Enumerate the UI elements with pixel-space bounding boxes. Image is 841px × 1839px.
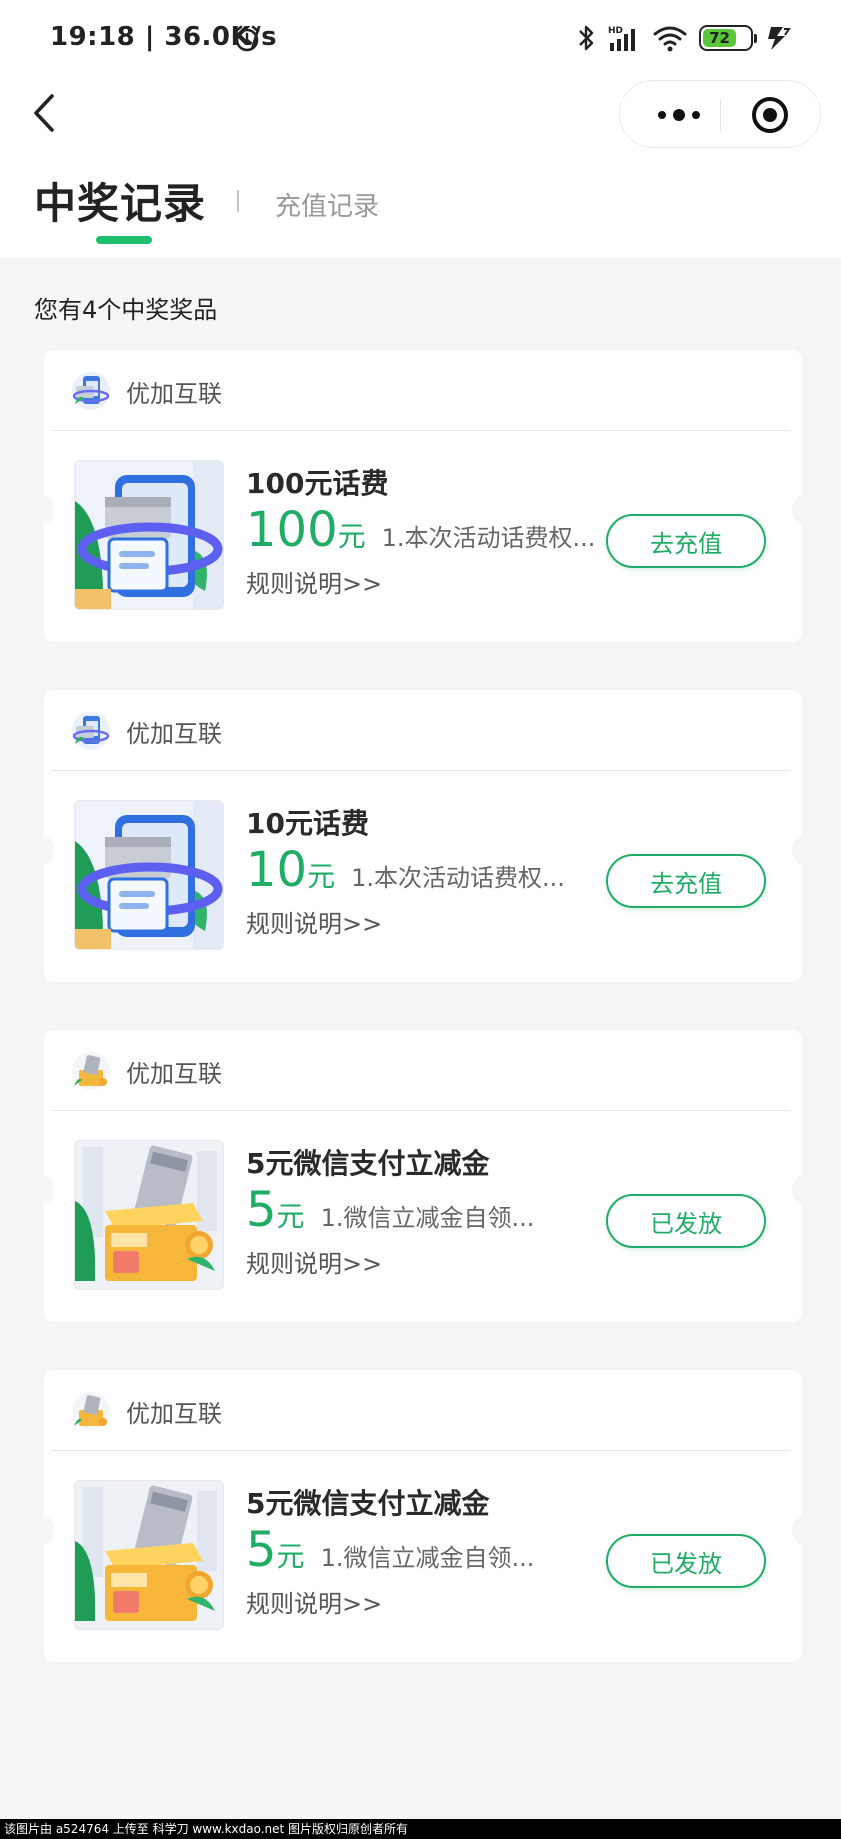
- svg-text:HD: HD: [608, 26, 623, 36]
- battery-icon: 72: [699, 25, 757, 51]
- prize-thumbnail: [74, 1140, 224, 1290]
- card-notch: [34, 496, 54, 524]
- merchant-name: 优加互联: [126, 379, 222, 408]
- mini-program-capsule: [619, 80, 821, 148]
- prize-value-row: 5 元 1.微信立减金自领...: [246, 1526, 534, 1575]
- rules-link[interactable]: 规则说明>>: [246, 904, 382, 939]
- prize-description: 1.微信立减金自领...: [320, 1544, 535, 1572]
- more-dots-icon[interactable]: [648, 91, 710, 139]
- prize-value-row: 100 元 1.本次活动话费权...: [246, 506, 595, 555]
- alarm-icon: [234, 25, 260, 52]
- prize-thumbnail: [74, 460, 224, 610]
- prize-value-row: 10 元 1.本次活动话费权...: [246, 846, 565, 895]
- prize-title: 10元话费: [246, 807, 369, 840]
- status-icons: HD 72: [577, 20, 791, 56]
- wifi-icon: [653, 26, 687, 52]
- tab-active-indicator: [96, 236, 152, 244]
- prize-title: 5元微信支付立减金: [246, 1487, 490, 1520]
- charging-icon: [768, 27, 791, 50]
- card-header: 优加互联: [70, 368, 222, 414]
- prize-thumbnail: [74, 1480, 224, 1630]
- prize-value-unit: 元: [307, 860, 336, 893]
- rules-link[interactable]: 规则说明>>: [246, 564, 382, 599]
- gift-box-card-illustration: [75, 1141, 223, 1289]
- status-bar: 19:18 | 36.0K/s HD 72: [0, 0, 841, 76]
- card-header: 优加互联: [70, 1048, 222, 1094]
- tab-separator: [237, 190, 239, 212]
- rules-link[interactable]: 规则说明>>: [246, 1244, 382, 1279]
- prize-description: 1.微信立减金自领...: [320, 1204, 535, 1232]
- recharge-button[interactable]: 去充值: [606, 854, 766, 908]
- recharge-button[interactable]: 去充值: [606, 514, 766, 568]
- chevron-left-icon[interactable]: [26, 88, 62, 138]
- card-notch: [34, 836, 54, 864]
- merchant-name: 优加互联: [126, 719, 222, 748]
- prize-value-row: 5 元 1.微信立减金自领...: [246, 1186, 534, 1235]
- tab-recharge-records[interactable]: 充值记录: [275, 186, 379, 223]
- merchant-logo-icon: [72, 1052, 110, 1090]
- card-notch: [34, 1516, 54, 1544]
- bluetooth-icon: [579, 25, 594, 51]
- prize-value-unit: 元: [337, 520, 366, 553]
- battery-level: 72: [703, 29, 737, 47]
- merchant-name: 优加互联: [126, 1399, 222, 1428]
- card-notch: [792, 836, 812, 864]
- card-notch: [792, 496, 812, 524]
- card-notch: [34, 1176, 54, 1204]
- prize-card: 优加互联 100元话费 100 元 1.本次活动话费权... 规则说明>> 去充…: [34, 350, 812, 642]
- prize-value: 10: [246, 842, 308, 898]
- prize-description: 1.本次活动话费权...: [351, 864, 565, 892]
- prize-count-summary: 您有4个中奖奖品: [34, 296, 218, 324]
- merchant-logo-icon: [72, 372, 110, 410]
- nav-bar: [0, 76, 841, 160]
- card-notch: [792, 1516, 812, 1544]
- prize-value: 5: [246, 1522, 277, 1578]
- record-tabs: 中奖记录 充值记录: [0, 160, 841, 258]
- issued-button[interactable]: 已发放: [606, 1194, 766, 1248]
- card-divider: [52, 770, 790, 771]
- prize-card: 优加互联 5元微信支付立减金 5 元 1.微信立减金自领... 规则说明>> 已…: [34, 1370, 812, 1662]
- card-divider: [52, 1450, 790, 1451]
- phone-card-illustration: [75, 801, 223, 949]
- merchant-name: 优加互联: [126, 1059, 222, 1088]
- prize-card: 优加互联 10元话费 10 元 1.本次活动话费权... 规则说明>> 去充值: [34, 690, 812, 982]
- close-target-icon[interactable]: [750, 95, 790, 135]
- hd-signal-icon: HD: [608, 26, 635, 51]
- merchant-logo-icon: [72, 1392, 110, 1430]
- card-notch: [792, 1176, 812, 1204]
- prize-value-unit: 元: [276, 1540, 305, 1573]
- card-divider: [52, 430, 790, 431]
- prize-value: 5: [246, 1182, 277, 1238]
- prize-title: 5元微信支付立减金: [246, 1147, 490, 1180]
- prize-card: 优加互联 5元微信支付立减金 5 元 1.微信立减金自领... 规则说明>> 已…: [34, 1030, 812, 1322]
- prize-value-unit: 元: [276, 1200, 305, 1233]
- tab-prize-records[interactable]: 中奖记录: [34, 170, 206, 231]
- phone-card-illustration: [75, 461, 223, 609]
- rules-link[interactable]: 规则说明>>: [246, 1584, 382, 1619]
- card-divider: [52, 1110, 790, 1111]
- capsule-divider: [720, 99, 721, 131]
- card-header: 优加互联: [70, 1388, 222, 1434]
- prize-description: 1.本次活动话费权...: [381, 524, 596, 552]
- prize-value: 100: [246, 502, 338, 558]
- issued-button[interactable]: 已发放: [606, 1534, 766, 1588]
- watermark-footer: 该图片由 a524764 上传至 科学刀 www.kxdao.net 图片版权归…: [0, 1819, 841, 1839]
- merchant-logo-icon: [72, 712, 110, 750]
- gift-box-card-illustration: [75, 1481, 223, 1629]
- card-header: 优加互联: [70, 708, 222, 754]
- prize-title: 100元话费: [246, 467, 389, 500]
- prize-thumbnail: [74, 800, 224, 950]
